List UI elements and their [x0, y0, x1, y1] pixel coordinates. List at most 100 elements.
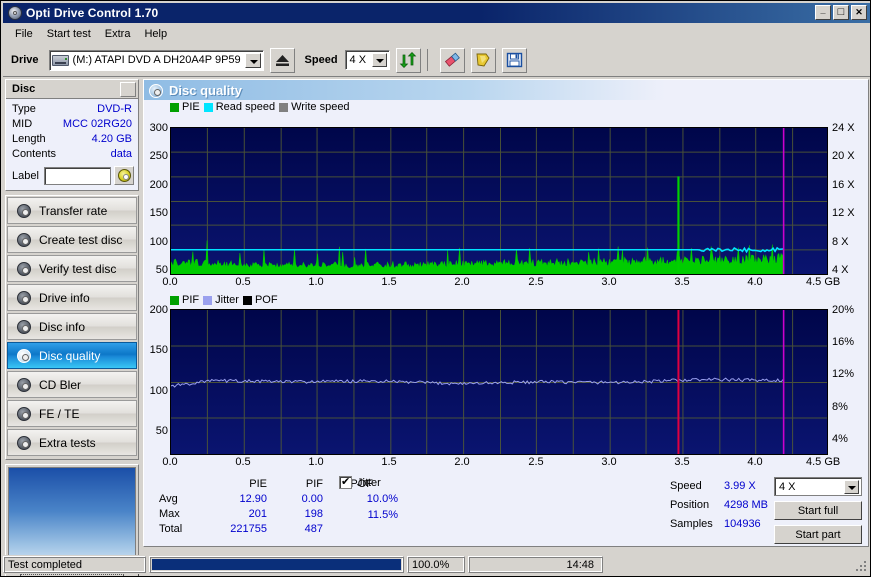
disc-length-label: Length: [12, 133, 46, 145]
table-row: Avg 12.90 0.00: [159, 491, 373, 506]
pie-ytick-50: 50: [155, 264, 168, 276]
page-title: Disc quality: [169, 82, 242, 98]
pif-xtick-9: 4.5 GB: [806, 456, 841, 468]
disc-label-refresh-button[interactable]: [114, 166, 134, 185]
legend-label-pif: PIF: [182, 294, 200, 306]
pie-ytick-200: 200: [149, 179, 168, 191]
table-row: Max 201 198: [159, 506, 373, 521]
pie-ytick-300: 300: [149, 122, 168, 134]
sidebar-item-verify-test-disc[interactable]: Verify test disc: [7, 255, 137, 282]
sidebar-item-label: Drive info: [39, 290, 90, 305]
disc-contents-label: Contents: [12, 148, 57, 160]
drive-label: Drive: [11, 54, 39, 66]
stats-total-pie: 221755: [230, 522, 267, 535]
save-button[interactable]: [501, 47, 527, 73]
pie-chart: PIE Read speed Write speed 300 250 200 1…: [144, 100, 868, 290]
test-controls: 4 X Start full Start part: [774, 477, 862, 544]
readout-position: Position 4298 MB: [670, 499, 768, 511]
sidebar-item-label: Disc info: [39, 319, 86, 334]
speed-select[interactable]: 4 X: [344, 50, 390, 70]
progress-percent: 100.0%: [407, 556, 465, 573]
readout-position-value: 4298 MB: [723, 499, 768, 511]
pif-ytick-100: 100: [149, 385, 168, 397]
sidebar-item-cd-bler[interactable]: CD Bler: [7, 371, 137, 398]
readout-speed-value: 3.99 X: [723, 480, 756, 492]
sidebar-nav: Transfer rate Create test disc Verify te…: [5, 195, 139, 460]
legend-label-jitter: Jitter: [215, 294, 239, 306]
gold-disc-icon: [476, 53, 490, 67]
stats-row-label-avg: Avg: [159, 492, 178, 505]
title-bar: Opti Drive Control 1.70: [3, 3, 870, 23]
eject-button[interactable]: [269, 47, 295, 73]
sidebar-item-fe-te[interactable]: FE / TE: [7, 400, 137, 427]
disc-mid-label: MID: [12, 118, 33, 130]
jitter-checkbox[interactable]: [339, 475, 352, 489]
start-full-button[interactable]: Start full: [774, 501, 862, 520]
legend-swatch-jitter: [203, 295, 213, 305]
gold-disc-button[interactable]: [470, 47, 496, 73]
disc-info-icon: [16, 319, 32, 335]
legend-item-pof: POF: [242, 294, 278, 306]
sidebar-item-create-test-disc[interactable]: Create test disc: [7, 226, 137, 253]
legend-swatch-pof: [242, 295, 252, 305]
sidebar-item-label: Transfer rate: [39, 203, 108, 218]
pif-xtick-1: 0.5: [235, 456, 251, 468]
disc-label-input[interactable]: [43, 166, 111, 185]
sidebar-item-disc-quality[interactable]: Disc quality: [7, 342, 137, 369]
pie-xtick-6: 3.0: [601, 276, 617, 288]
pie-y2tick-20x: 20 X: [832, 150, 855, 162]
application-window: Opti Drive Control 1.70 File Start test …: [0, 0, 871, 577]
elapsed-time: 14:48: [468, 556, 603, 573]
erase-button[interactable]: [439, 47, 465, 73]
menu-item-file[interactable]: File: [8, 26, 40, 42]
stats-avg-jitter: 10.0%: [366, 493, 398, 505]
resize-grip[interactable]: [854, 559, 868, 573]
chevron-down-icon[interactable]: [371, 53, 387, 67]
menu-item-start-test[interactable]: Start test: [40, 26, 98, 42]
pie-chart-legend: PIE Read speed Write speed: [144, 100, 350, 114]
menu-item-extra[interactable]: Extra: [98, 26, 138, 42]
speed-label: Speed: [304, 54, 338, 66]
disc-row-mid: MID MCC 02RG20: [12, 117, 132, 132]
maximize-button[interactable]: [833, 5, 849, 20]
pie-plot-area[interactable]: [170, 127, 828, 275]
disc-panel-collapse-button[interactable]: [120, 81, 136, 97]
pie-y2tick-24x: 24 X: [832, 122, 855, 134]
disc-row-type: Type DVD-R: [12, 102, 132, 117]
test-speed-select[interactable]: 4 X: [774, 477, 862, 496]
chevron-down-icon[interactable]: [844, 480, 859, 494]
drive-select[interactable]: (M:) ATAPI DVD A DH20A4P 9P59: [48, 49, 264, 71]
disc-length-value: 4.20 GB: [91, 133, 132, 145]
drive-select-value: (M:) ATAPI DVD A DH20A4P 9P59: [72, 54, 241, 66]
sidebar-item-drive-info[interactable]: Drive info: [7, 284, 137, 311]
legend-item-jitter: Jitter: [203, 294, 239, 306]
sidebar-item-transfer-rate[interactable]: Transfer rate: [7, 197, 137, 224]
minimize-button[interactable]: [815, 5, 831, 20]
disc-panel-header: Disc: [6, 80, 138, 99]
disc-transfer-icon: [16, 203, 32, 219]
sidebar-item-extra-tests[interactable]: Extra tests: [7, 429, 137, 456]
pie-y2tick-8x: 8 X: [832, 236, 849, 248]
pif-ytick-50: 50: [155, 425, 168, 437]
start-part-button[interactable]: Start part: [774, 525, 862, 544]
pie-xtick-4: 2.0: [454, 276, 470, 288]
pie-y2tick-16x: 16 X: [832, 179, 855, 191]
test-speed-select-value: 4 X: [779, 480, 796, 493]
pif-plot-area[interactable]: [170, 309, 828, 455]
legend-swatch-write-speed: [279, 102, 289, 112]
cd-icon: [117, 169, 131, 182]
menu-item-help[interactable]: Help: [137, 26, 174, 42]
refresh-button[interactable]: [395, 47, 421, 73]
status-message: Test completed: [3, 556, 146, 573]
status-window-button-label: Status window >>: [19, 573, 125, 576]
disc-label-row: Label: [6, 164, 138, 190]
stats-max-pie: 201: [248, 507, 267, 520]
chevron-down-icon[interactable]: [244, 52, 261, 68]
stats-avg-pie: 12.90: [239, 492, 267, 505]
sidebar-item-disc-info[interactable]: Disc info: [7, 313, 137, 340]
close-button[interactable]: [851, 5, 867, 20]
jitter-checkbox-group[interactable]: Jitter: [339, 475, 381, 489]
eraser-icon: [444, 52, 460, 67]
sidebar: Disc Type DVD-R MID MCC 02RG20 Length 4.…: [5, 79, 139, 576]
pif-xtick-4: 2.0: [454, 456, 470, 468]
